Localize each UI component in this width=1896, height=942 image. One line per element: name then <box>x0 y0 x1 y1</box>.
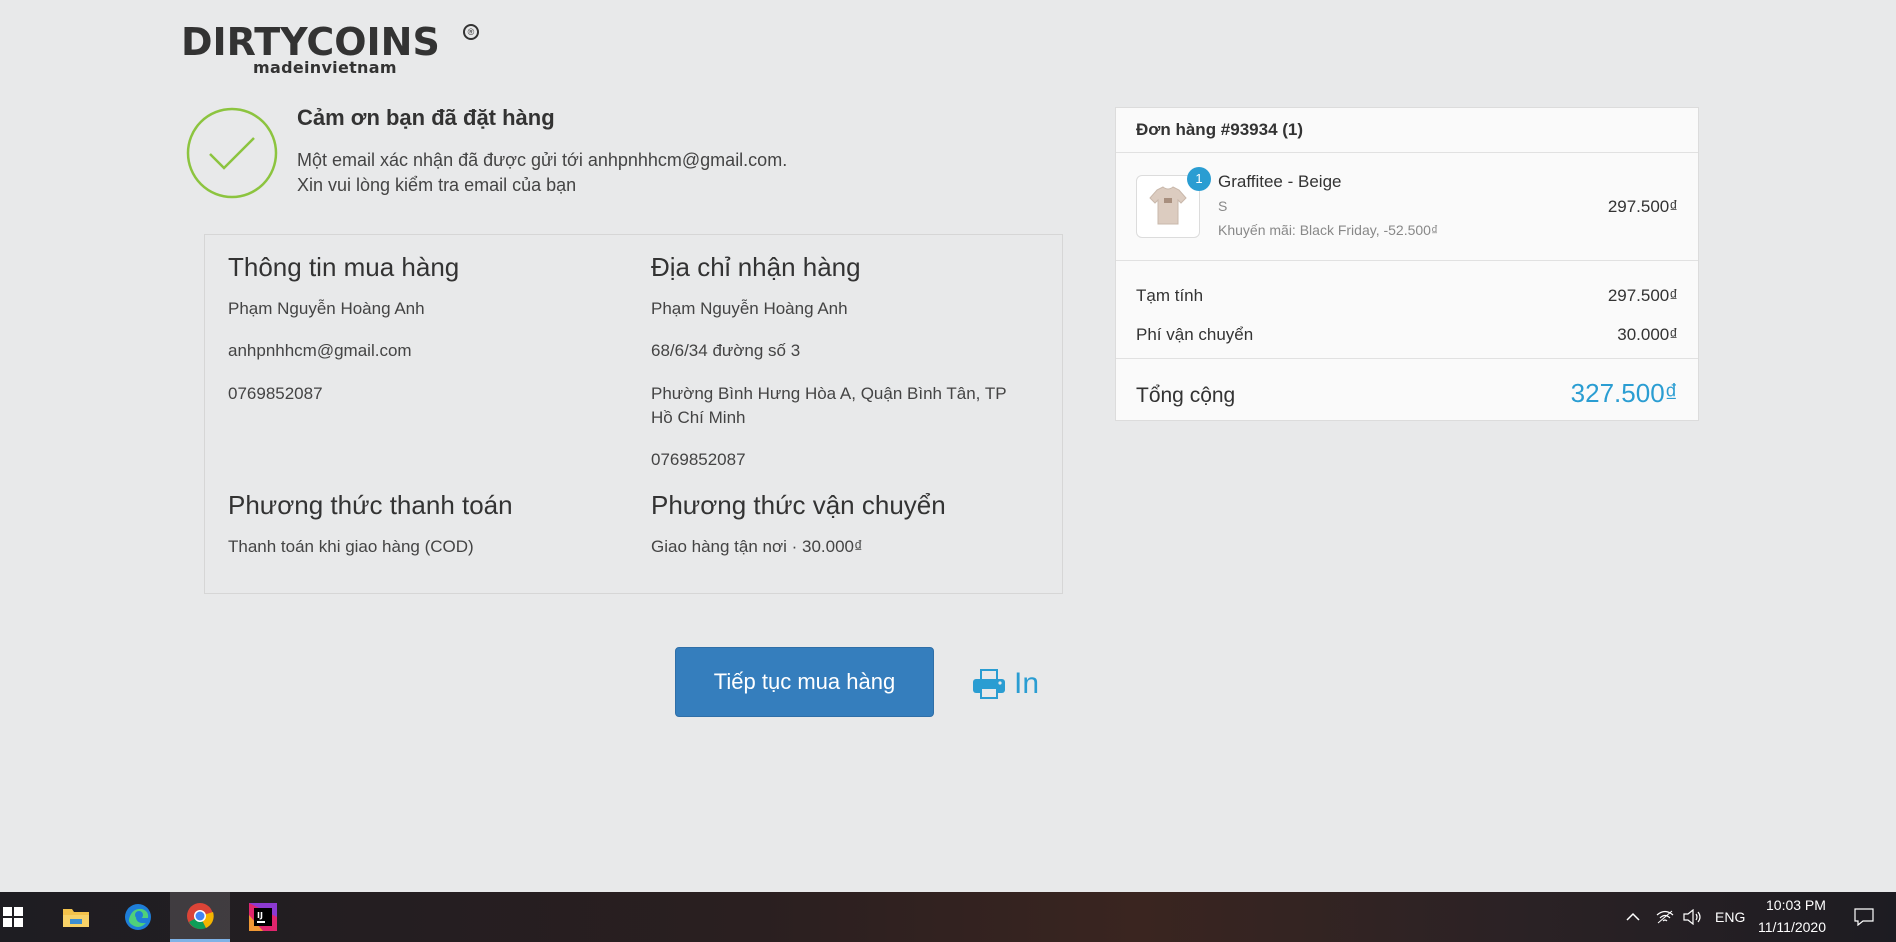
brand-logo[interactable]: DIRTYCOINS ® madeinvietnam <box>181 20 501 77</box>
order-info-panel: Thông tin mua hàng Phạm Nguyễn Hoàng Anh… <box>204 234 1063 594</box>
product-variant: S <box>1218 198 1228 214</box>
brand-name: DIRTYCOINS <box>181 20 440 64</box>
quantity-badge: 1 <box>1187 167 1211 191</box>
product-name: Graffitee - Beige <box>1218 172 1342 191</box>
checkmark-icon <box>186 107 278 199</box>
clock-time[interactable]: 10:03 PM <box>1766 897 1826 913</box>
chevron-up-icon[interactable] <box>1622 892 1644 942</box>
customer-name: Phạm Nguyễn Hoàng Anh <box>228 299 425 318</box>
customer-email: anhpnhhcm@gmail.com <box>228 341 412 360</box>
product-promo: Khuyến mãi: Black Friday, -52.500₫ <box>1218 222 1439 238</box>
shipping-fee-label: Phí vận chuyển <box>1136 325 1254 344</box>
network-icon[interactable] <box>1654 892 1676 942</box>
subtotal-value: 297.500₫ <box>1607 286 1678 305</box>
printer-icon <box>973 669 1005 699</box>
chrome-browser-icon[interactable] <box>170 892 230 942</box>
svg-text:IJ: IJ <box>257 911 263 920</box>
print-label: In <box>1014 667 1040 700</box>
shipping-name: Phạm Nguyễn Hoàng Anh <box>651 299 848 318</box>
shipping-fee-row: Phí vận chuyển 30.000₫ <box>1136 325 1678 345</box>
shipping-fee-value: 30.000₫ <box>1617 325 1678 344</box>
brand-tagline: madeinvietnam <box>253 58 397 77</box>
subtotal-label: Tạm tính <box>1136 286 1204 305</box>
total-row: Tổng cộng 327.500₫ <box>1136 378 1678 408</box>
subtotal-row: Tạm tính 297.500₫ <box>1136 286 1678 306</box>
continue-shopping-button[interactable]: Tiếp tục mua hàng <box>675 647 934 717</box>
shipping-area-line2: Hồ Chí Minh <box>651 408 746 427</box>
shipping-street: 68/6/34 đường số 3 <box>651 341 801 360</box>
clock-date[interactable]: 11/11/2020 <box>1758 919 1826 935</box>
shipping-area-line1: Phường Bình Hưng Hòa A, Quận Bình Tân, T… <box>651 384 1007 403</box>
language-indicator[interactable]: ENG <box>1715 909 1745 925</box>
divider <box>1116 260 1698 261</box>
payment-method: Thanh toán khi giao hàng (COD) <box>228 537 474 556</box>
windows-start-icon[interactable] <box>0 892 26 942</box>
confirmation-check-text: Xin vui lòng kiểm tra email của bạn <box>297 175 577 195</box>
print-link[interactable]: In <box>972 664 1039 704</box>
confirmation-title: Cảm ơn bạn đã đặt hàng <box>297 105 555 130</box>
delivery-method: Giao hàng tận nơi · 30.000₫ <box>651 537 863 556</box>
edge-browser-icon[interactable] <box>114 892 162 942</box>
product-price: 297.500₫ <box>1607 197 1678 216</box>
file-explorer-icon[interactable] <box>52 892 100 942</box>
delivery-heading: Phương thức vận chuyển <box>651 490 946 520</box>
customer-phone: 0769852087 <box>228 384 323 403</box>
order-title: Đơn hàng #93934 (1) <box>1116 108 1698 153</box>
order-summary: Đơn hàng #93934 (1) 1 Graffitee - Beige … <box>1115 107 1699 421</box>
registered-mark: ® <box>463 24 479 40</box>
payment-heading: Phương thức thanh toán <box>228 490 513 520</box>
divider <box>1116 358 1698 359</box>
shipping-address-heading: Địa chỉ nhận hàng <box>651 252 861 282</box>
total-value: 327.500₫ <box>1570 378 1678 408</box>
intellij-idea-icon[interactable]: IJ <box>236 892 290 942</box>
taskbar: IJ ENG 10:03 PM 11/11/2020 <box>0 892 1896 942</box>
volume-icon[interactable] <box>1682 892 1704 942</box>
notification-icon[interactable] <box>1852 892 1876 942</box>
total-label: Tổng cộng <box>1136 384 1236 407</box>
shipping-phone: 0769852087 <box>651 450 746 469</box>
confirmation-email-text: Một email xác nhận đã được gửi tới anhpn… <box>297 150 788 170</box>
customer-info-heading: Thông tin mua hàng <box>228 252 460 282</box>
